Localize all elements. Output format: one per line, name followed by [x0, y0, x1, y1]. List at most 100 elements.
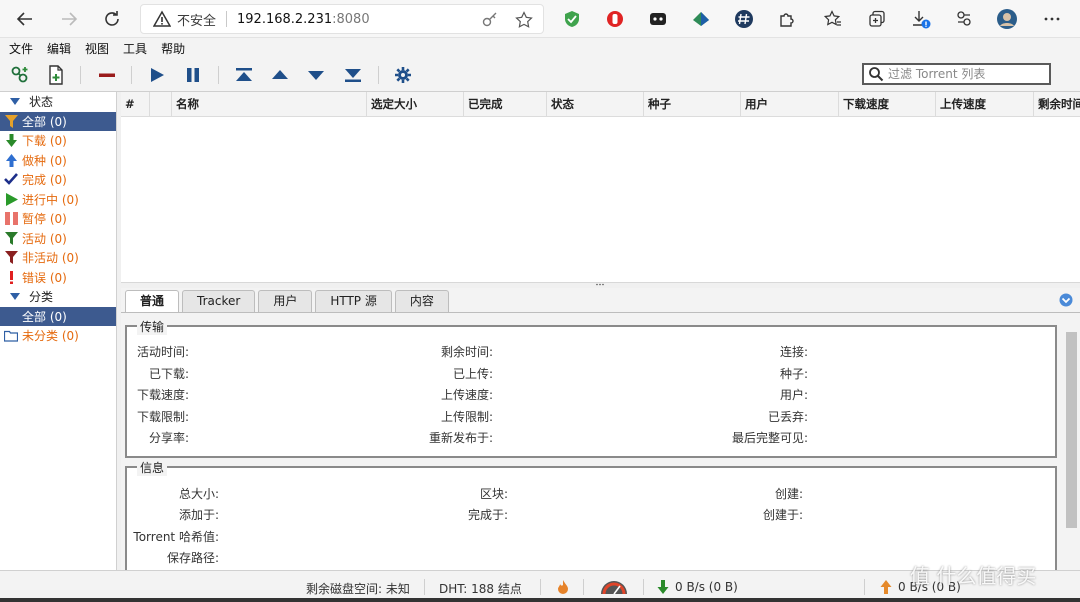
column-download-speed[interactable]: 下载速度: [839, 92, 936, 117]
column-state-icon[interactable]: [150, 92, 172, 117]
hash-extension-icon[interactable]: [733, 8, 755, 30]
globe-extension-icon[interactable]: [690, 8, 712, 30]
move-bottom-button[interactable]: [342, 64, 364, 86]
column-name[interactable]: 名称: [172, 92, 367, 117]
status-filter-errored[interactable]: 错误 (0): [0, 268, 116, 288]
url-host: 192.168.2.231: [237, 11, 333, 27]
filter-icon: [4, 231, 18, 245]
free-disk-space: 剩余磁盘空间: 未知: [306, 582, 410, 596]
status-separator: [643, 579, 644, 595]
add-torrent-file-button[interactable]: [45, 64, 67, 86]
collapse-panel-icon[interactable]: [1059, 293, 1073, 307]
move-up-button[interactable]: [269, 64, 291, 86]
reload-button[interactable]: [99, 6, 125, 32]
category-filter-uncategorized[interactable]: 未分类 (0): [0, 326, 116, 346]
pause-button[interactable]: [182, 64, 204, 86]
status-filter-label: 暂停 (0): [22, 212, 67, 227]
status-filter-paused[interactable]: 暂停 (0): [0, 209, 116, 229]
details-scrollbar[interactable]: [1064, 326, 1078, 568]
move-bottom-icon: [345, 69, 361, 82]
status-filter-label: 全部 (0): [22, 114, 67, 129]
checkmark-icon: [4, 173, 18, 187]
column-eta[interactable]: 剩余时间: [1034, 92, 1080, 117]
warning-icon: [153, 10, 171, 27]
information-legend: 信息: [137, 459, 168, 476]
puzzle-extensions-icon[interactable]: [776, 8, 798, 30]
menu-file[interactable]: 文件: [9, 40, 33, 57]
column-progress[interactable]: 已完成: [464, 92, 547, 117]
status-filter-running[interactable]: 进行中 (0): [0, 190, 116, 210]
status-filter-active[interactable]: 活动 (0): [0, 229, 116, 249]
column-peers[interactable]: 用户: [741, 92, 839, 117]
column-size[interactable]: 选定大小: [367, 92, 464, 117]
more-menu-icon[interactable]: [1041, 8, 1063, 30]
move-top-icon: [236, 68, 252, 81]
resume-button[interactable]: [146, 64, 168, 86]
back-button[interactable]: [12, 6, 38, 32]
folder-icon: [4, 329, 18, 343]
connection-status-icon[interactable]: [557, 579, 569, 595]
status-header[interactable]: 状态: [0, 92, 116, 112]
status-separator: [864, 579, 865, 595]
address-bar[interactable]: 不安全 192.168.2.231:8080: [140, 4, 544, 34]
menu-edit[interactable]: 编辑: [47, 40, 71, 57]
url-port: :8080: [332, 11, 370, 27]
stop-extension-icon[interactable]: [604, 8, 626, 30]
status-filter-all[interactable]: 全部 (0): [0, 111, 116, 131]
status-filter-seeding[interactable]: 做种 (0): [0, 151, 116, 171]
status-separator: [583, 579, 584, 595]
shield-extension-icon[interactable]: [561, 8, 583, 30]
upload-limit-label: 上传限制:: [440, 410, 493, 424]
favorite-star-icon[interactable]: [515, 11, 533, 29]
tab-trackers[interactable]: Tracker: [182, 290, 256, 312]
status-filter-inactive[interactable]: 非活动 (0): [0, 248, 116, 268]
options-button[interactable]: [392, 64, 414, 86]
toolbar-separator: [218, 66, 219, 84]
created-on-label: 创建于:: [762, 508, 803, 522]
status-filter-label: 完成 (0): [22, 173, 67, 188]
speed-limit-icon[interactable]: [599, 578, 629, 596]
category-filter-all[interactable]: 全部 (0): [0, 306, 116, 326]
column-upload-speed[interactable]: 上传速度: [936, 92, 1034, 117]
gamepad-extension-icon[interactable]: [647, 8, 669, 30]
column-status[interactable]: 状态: [547, 92, 644, 117]
upload-speed-label: 上传速度:: [440, 388, 493, 402]
tab-content[interactable]: 内容: [394, 290, 449, 312]
tab-http-sources[interactable]: HTTP 源: [315, 290, 392, 312]
details-tabs: 普通 Tracker 用户 HTTP 源 内容: [125, 290, 452, 312]
profile-avatar[interactable]: [996, 8, 1018, 30]
move-top-button[interactable]: [233, 64, 255, 86]
tab-peers[interactable]: 用户: [258, 290, 313, 312]
collapse-triangle-icon: [10, 98, 20, 106]
status-filter-completed[interactable]: 完成 (0): [0, 170, 116, 190]
download-rate[interactable]: 0 B/s (0 B): [675, 580, 738, 594]
toolbar-separator: [131, 66, 132, 84]
key-icon[interactable]: [481, 11, 499, 29]
play-icon: [151, 68, 164, 82]
category-filter-label: 全部 (0): [22, 309, 67, 324]
menu-help[interactable]: 帮助: [161, 40, 185, 57]
move-down-button[interactable]: [305, 64, 327, 86]
torrent-filter-box[interactable]: [862, 63, 1051, 85]
reannounce-label: 重新发布于:: [428, 431, 493, 445]
status-filter-label: 做种 (0): [22, 153, 67, 168]
menu-view[interactable]: 视图: [85, 40, 109, 57]
favorites-icon[interactable]: [822, 8, 844, 30]
column-seeds[interactable]: 种子: [644, 92, 741, 117]
toolbar: [0, 58, 1080, 92]
downloads-icon[interactable]: [910, 8, 932, 30]
status-filter-downloading[interactable]: 下载 (0): [0, 131, 116, 151]
menu-tools[interactable]: 工具: [123, 40, 147, 57]
forward-button[interactable]: [56, 6, 82, 32]
add-torrent-link-button[interactable]: [9, 64, 31, 86]
collections-icon[interactable]: [866, 8, 888, 30]
tab-general[interactable]: 普通: [125, 290, 180, 312]
performance-icon[interactable]: [953, 8, 975, 30]
category-header[interactable]: 分类: [0, 287, 116, 307]
add-link-icon: [11, 66, 28, 83]
delete-button[interactable]: [96, 64, 118, 86]
torrent-filter-input[interactable]: [888, 67, 1048, 81]
column-priority[interactable]: #: [121, 92, 150, 117]
back-arrow-icon: [16, 12, 32, 26]
scrollbar-thumb[interactable]: [1066, 332, 1077, 528]
